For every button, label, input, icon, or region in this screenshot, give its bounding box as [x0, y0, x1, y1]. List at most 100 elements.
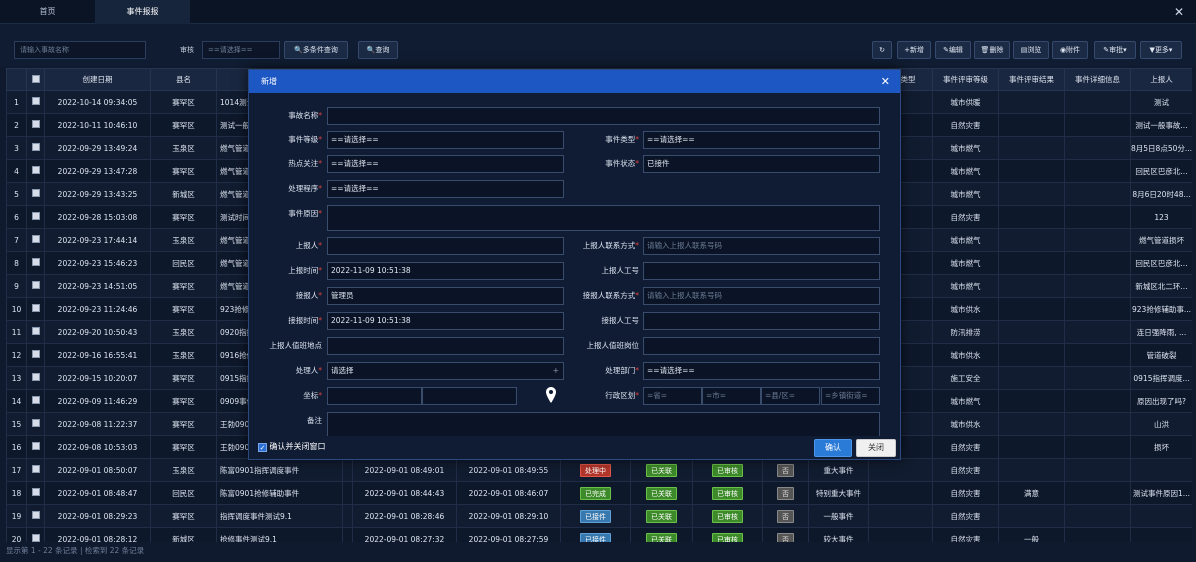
- receive-time-input[interactable]: 2022-11-09 10:51:38: [327, 312, 564, 330]
- table-cell: [1130, 527, 1192, 542]
- checkbox-checked-icon[interactable]: ✓: [258, 443, 267, 452]
- query-button[interactable]: 🔍查询: [358, 41, 398, 59]
- status-badge: 已审核: [712, 509, 743, 523]
- row-checkbox[interactable]: [31, 511, 40, 519]
- row-index: 14: [6, 389, 27, 413]
- more-label: 更多▾: [1154, 46, 1173, 54]
- refresh-button[interactable]: ↻: [872, 41, 892, 59]
- reason-textarea[interactable]: [327, 205, 880, 231]
- row-checkbox[interactable]: [31, 189, 40, 197]
- row-checkbox[interactable]: [31, 258, 40, 266]
- row-checkbox[interactable]: [31, 235, 40, 243]
- table-cell: 山洪: [1130, 412, 1192, 436]
- edit-button[interactable]: ✎编辑: [935, 41, 971, 59]
- confirm-button[interactable]: 确认: [814, 439, 852, 457]
- event-type-select[interactable]: ==请选择==: [643, 131, 880, 149]
- receiver-input[interactable]: 管理员: [327, 287, 564, 305]
- col-county[interactable]: 县名: [150, 68, 217, 91]
- row-checkbox[interactable]: [31, 166, 40, 174]
- col-reporter[interactable]: 上报人: [1130, 68, 1192, 91]
- row-checkbox[interactable]: [31, 281, 40, 289]
- close-icon[interactable]: ✕: [881, 70, 890, 93]
- handler-select[interactable]: 请选择 +: [327, 362, 564, 380]
- plus-icon[interactable]: +: [553, 363, 559, 379]
- report-time-input[interactable]: 2022-11-09 10:51:38: [327, 262, 564, 280]
- status-cell: 已审核: [692, 527, 763, 542]
- province-select[interactable]: =省=: [643, 387, 702, 405]
- approve-button[interactable]: ✎审批▾: [1094, 41, 1136, 59]
- search-input[interactable]: 请输入事故名称: [14, 41, 146, 59]
- table-row[interactable]: 17 2022-09-01 08:50:07 玉泉区 陈富0901指挥调度事件 2022…: [6, 458, 1192, 482]
- row-checkbox[interactable]: [31, 373, 40, 381]
- table-cell: [998, 228, 1065, 252]
- dept-select[interactable]: ==请选择==: [643, 362, 880, 380]
- duty-place-input[interactable]: [327, 337, 564, 355]
- table-cell: 自然灾害: [932, 527, 999, 542]
- col-review-level[interactable]: 事件评审等级: [932, 68, 999, 91]
- remark-textarea[interactable]: [327, 412, 880, 436]
- row-checkbox[interactable]: [31, 350, 40, 358]
- delete-button[interactable]: 🗑删除: [974, 41, 1010, 59]
- table-cell: 自然灾害: [932, 458, 999, 482]
- table-row[interactable]: 19 2022-09-01 08:29:23 赛罕区 指挥调度事件测试9.1 2022-…: [6, 504, 1192, 528]
- cell-created: 2022-09-29 13:49:24: [44, 136, 151, 160]
- close-button[interactable]: 关闭: [856, 439, 896, 457]
- tab-event-report[interactable]: 事件报报: [95, 0, 190, 24]
- procedure-select[interactable]: ==请选择==: [327, 180, 564, 198]
- label-handler: 处理人*: [295, 366, 322, 375]
- row-checkbox[interactable]: [31, 442, 40, 450]
- county-select[interactable]: =县/区=: [761, 387, 820, 405]
- col-created[interactable]: 创建日期: [44, 68, 151, 91]
- more-button[interactable]: ▼更多▾: [1140, 41, 1182, 59]
- row-select: [26, 113, 45, 137]
- row-checkbox[interactable]: [31, 396, 40, 404]
- col-detail[interactable]: 事件详细信息: [1064, 68, 1131, 91]
- hot-select[interactable]: ==请选择==: [327, 155, 564, 173]
- table-cell: 城市供水: [932, 297, 999, 321]
- table-row[interactable]: 20 2022-09-01 08:28:12 新城区 抢修事件测试9.1 2022-09…: [6, 527, 1192, 542]
- col-select[interactable]: [26, 68, 45, 91]
- row-checkbox[interactable]: [31, 304, 40, 312]
- table-cell: 玉泉区: [150, 343, 217, 367]
- row-checkbox[interactable]: [31, 465, 40, 473]
- map-pin-icon[interactable]: [546, 387, 556, 403]
- multi-query-button[interactable]: 🔍多条件查询: [284, 41, 348, 59]
- duty-post-input[interactable]: [643, 337, 880, 355]
- receiver-no-input[interactable]: [643, 312, 880, 330]
- receiver-contact-input[interactable]: 请输入上报人联系号码: [643, 287, 880, 305]
- status-input[interactable]: 已接件: [643, 155, 880, 173]
- refresh-icon: ↻: [879, 46, 885, 54]
- reporter-contact-input[interactable]: 请输入上报人联系号码: [643, 237, 880, 255]
- coord-lat-input[interactable]: [422, 387, 517, 405]
- close-icon[interactable]: ✕: [1174, 5, 1184, 19]
- select-all-checkbox[interactable]: [31, 74, 40, 83]
- table-cell: [998, 458, 1065, 482]
- row-index: 9: [6, 274, 27, 298]
- attachment-button[interactable]: ◉附件: [1052, 41, 1088, 59]
- coord-lng-input[interactable]: [327, 387, 422, 405]
- review-select[interactable]: ==请选择==: [202, 41, 280, 59]
- row-checkbox[interactable]: [31, 143, 40, 151]
- reporter-input[interactable]: [327, 237, 564, 255]
- add-button[interactable]: +新增: [897, 41, 931, 59]
- confirm-close-toggle[interactable]: ✓ 确认并关闭窗口: [258, 441, 326, 452]
- accident-name-input[interactable]: [327, 107, 880, 125]
- row-checkbox[interactable]: [31, 212, 40, 220]
- event-level-select[interactable]: ==请选择==: [327, 131, 564, 149]
- table-cell: 2022-09-01 08:28:46: [352, 504, 457, 528]
- table-row[interactable]: 18 2022-09-01 08:48:47 回民区 陈富0901抢修辅助事件 2022…: [6, 481, 1192, 505]
- row-checkbox[interactable]: [31, 488, 40, 496]
- row-checkbox[interactable]: [31, 534, 40, 542]
- row-checkbox[interactable]: [31, 120, 40, 128]
- col-review-result[interactable]: 事件评审结果: [998, 68, 1065, 91]
- row-checkbox[interactable]: [31, 97, 40, 105]
- cell-created: 2022-09-01 08:48:47: [44, 481, 151, 505]
- browse-button[interactable]: ▤浏览: [1013, 41, 1049, 59]
- row-select: [26, 389, 45, 413]
- town-select[interactable]: =乡镇街道=: [821, 387, 880, 405]
- row-checkbox[interactable]: [31, 327, 40, 335]
- reporter-no-input[interactable]: [643, 262, 880, 280]
- city-select[interactable]: =市=: [702, 387, 761, 405]
- row-checkbox[interactable]: [31, 419, 40, 427]
- tab-home[interactable]: 首页: [0, 0, 95, 24]
